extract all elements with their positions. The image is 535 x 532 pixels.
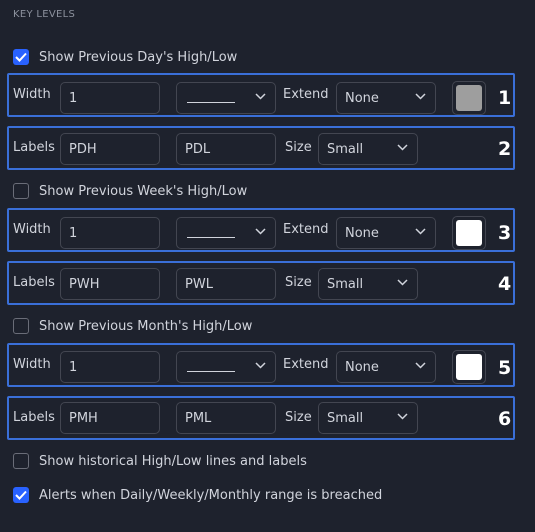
day-line-settings-row: Width 1 Extend None 1 [7, 73, 515, 117]
row-number: 5 [498, 357, 512, 379]
line-style-preview [187, 237, 235, 238]
show-historical-checkbox[interactable] [13, 453, 29, 469]
day-labels-settings-row: Labels PDH PDL Size Small 2 [7, 126, 515, 170]
width-input[interactable]: 1 [60, 351, 160, 383]
week-line-settings-row: Width 1 Extend None 3 [7, 208, 515, 252]
alerts-checkbox-row[interactable]: Alerts when Daily/Weekly/Monthly range i… [13, 487, 382, 503]
show-previous-week-checkbox-row[interactable]: Show Previous Week's High/Low [13, 183, 247, 199]
line-style-preview [187, 102, 235, 103]
extend-label: Extend [283, 87, 329, 102]
row-number: 6 [498, 408, 512, 430]
extend-select[interactable]: None [336, 217, 436, 249]
checkmark-icon [15, 490, 27, 500]
show-previous-month-label: Show Previous Month's High/Low [39, 318, 253, 334]
low-label-input[interactable]: PDL [176, 133, 276, 165]
show-previous-week-label: Show Previous Week's High/Low [39, 183, 248, 199]
color-swatch [456, 354, 482, 380]
size-select[interactable]: Small [318, 402, 418, 434]
show-historical-label: Show historical High/Low lines and label… [39, 453, 307, 469]
row-number: 1 [498, 87, 512, 109]
low-label-input[interactable]: PWL [176, 268, 276, 300]
size-label: Size [285, 410, 312, 425]
chevron-down-icon [397, 413, 408, 420]
extend-label: Extend [283, 357, 329, 372]
high-label-input[interactable]: PDH [60, 133, 160, 165]
alerts-label: Alerts when Daily/Weekly/Monthly range i… [39, 487, 383, 503]
show-previous-day-checkbox[interactable] [13, 49, 29, 65]
chevron-down-icon [255, 228, 266, 235]
show-previous-week-checkbox[interactable] [13, 183, 29, 199]
high-label-input[interactable]: PMH [60, 402, 160, 434]
section-title: KEY LEVELS [13, 9, 76, 20]
width-label: Width [13, 222, 51, 237]
chevron-down-icon [415, 362, 426, 369]
week-labels-settings-row: Labels PWH PWL Size Small 4 [7, 261, 515, 305]
line-style-select[interactable] [176, 82, 276, 114]
color-picker-button[interactable] [452, 350, 486, 384]
extend-value: None [345, 359, 379, 375]
show-previous-day-checkbox-row[interactable]: Show Previous Day's High/Low [13, 49, 237, 65]
low-label-input[interactable]: PML [176, 402, 276, 434]
size-value: Small [327, 141, 364, 157]
high-label-input[interactable]: PWH [60, 268, 160, 300]
color-swatch [456, 85, 482, 111]
chevron-down-icon [397, 144, 408, 151]
extend-value: None [345, 225, 379, 241]
color-picker-button[interactable] [452, 81, 486, 115]
extend-label: Extend [283, 222, 329, 237]
show-previous-month-checkbox-row[interactable]: Show Previous Month's High/Low [13, 318, 252, 334]
size-value: Small [327, 276, 364, 292]
color-swatch [456, 220, 482, 246]
line-style-select[interactable] [176, 351, 276, 383]
size-select[interactable]: Small [318, 133, 418, 165]
width-label: Width [13, 87, 51, 102]
labels-label: Labels [13, 275, 55, 290]
month-line-settings-row: Width 1 Extend None 5 [7, 343, 515, 387]
width-input[interactable]: 1 [60, 82, 160, 114]
color-picker-button[interactable] [452, 216, 486, 250]
chevron-down-icon [415, 228, 426, 235]
chevron-down-icon [255, 93, 266, 100]
extend-select[interactable]: None [336, 82, 436, 114]
row-number: 3 [498, 222, 512, 244]
chevron-down-icon [255, 362, 266, 369]
labels-label: Labels [13, 140, 55, 155]
line-style-select[interactable] [176, 217, 276, 249]
checkmark-icon [15, 52, 27, 62]
extend-select[interactable]: None [336, 351, 436, 383]
chevron-down-icon [415, 93, 426, 100]
show-historical-checkbox-row[interactable]: Show historical High/Low lines and label… [13, 453, 307, 469]
extend-value: None [345, 90, 379, 106]
width-input[interactable]: 1 [60, 217, 160, 249]
show-previous-month-checkbox[interactable] [13, 318, 29, 334]
size-label: Size [285, 275, 312, 290]
size-value: Small [327, 410, 364, 426]
alerts-checkbox[interactable] [13, 487, 29, 503]
size-label: Size [285, 140, 312, 155]
chevron-down-icon [397, 279, 408, 286]
show-previous-day-label: Show Previous Day's High/Low [39, 49, 238, 65]
row-number: 2 [498, 138, 512, 160]
width-label: Width [13, 357, 51, 372]
size-select[interactable]: Small [318, 268, 418, 300]
month-labels-settings-row: Labels PMH PML Size Small 6 [7, 396, 515, 440]
line-style-preview [187, 371, 235, 372]
key-levels-settings-panel: KEY LEVELS Show Previous Day's High/Low … [0, 0, 535, 532]
labels-label: Labels [13, 410, 55, 425]
row-number: 4 [498, 273, 512, 295]
